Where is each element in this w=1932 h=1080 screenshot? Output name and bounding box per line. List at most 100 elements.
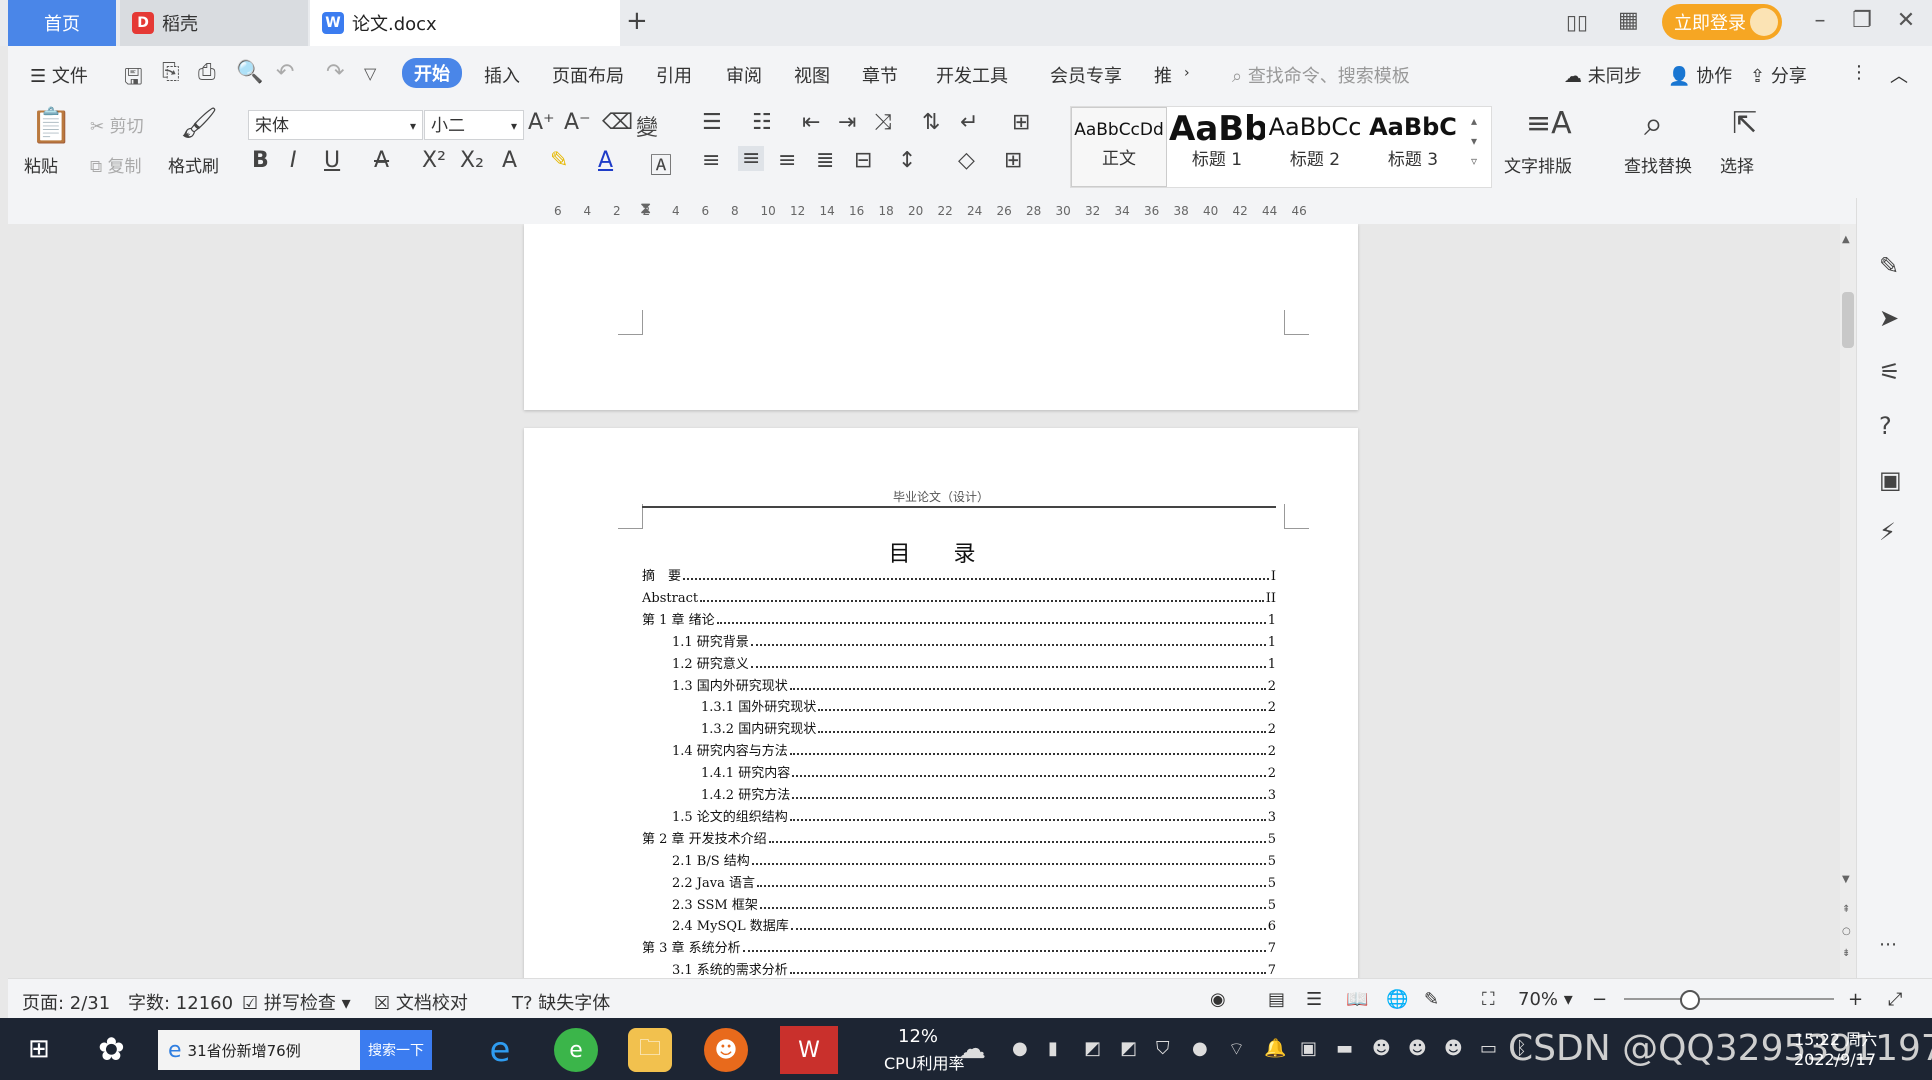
text-layout-icon[interactable]: ≡A [1526,106,1572,141]
zoom-slider-thumb[interactable] [1680,990,1700,1010]
find-replace-button[interactable]: 查找替换 [1624,152,1692,177]
tab-developer[interactable]: 开发工具 [936,62,1008,88]
toc-entry[interactable]: 第 3 章 系统分析 7 [642,934,1276,956]
paste-icon[interactable]: 📋 [30,106,72,146]
edit-pen-icon[interactable]: ✎ [1879,252,1899,280]
toc-entry[interactable]: 1.5 论文的组织结构 3 [642,803,1276,825]
toc-entry[interactable]: 1.4 研究内容与方法 2 [642,737,1276,759]
tab-home[interactable]: 首页 [8,0,116,46]
line-spacing-icon[interactable]: ↕ [898,148,916,173]
tab-chapter[interactable]: 章节 [862,62,898,88]
tray-app-icon[interactable]: ● [1012,1038,1028,1059]
tab-start[interactable]: 开始 [402,58,462,88]
decrease-indent-icon[interactable]: ⇤ [802,110,820,135]
collapse-ribbon-icon[interactable]: ︿ [1890,62,1908,88]
next-page-icon[interactable]: ⇟ [1842,948,1850,959]
numbered-list-icon[interactable]: ☷ [752,110,772,135]
spell-check-button[interactable]: ☑ 拼写检查 ▾ [242,989,351,1015]
justify-icon[interactable]: ≣ [816,148,834,173]
style-heading-1[interactable]: AaBb 标题 1 [1169,107,1265,187]
tab-view[interactable]: 视图 [794,62,830,88]
export-pdf-icon[interactable]: ⎘ [162,60,180,85]
media-app-icon[interactable]: ☻ [704,1028,748,1072]
vertical-scrollbar[interactable]: ▲ ▼ ⇞ ○ ⇟ [1840,224,1856,978]
write-mode-icon[interactable]: ✎ [1424,989,1439,1010]
toc-entry[interactable]: 1.3.1 国外研究现状 2 [642,693,1276,715]
toc-entry[interactable]: 1.3 国内外研究现状 2 [642,672,1276,694]
toc-entry[interactable]: 1.1 研究背景 1 [642,628,1276,650]
zoom-slider[interactable] [1624,998,1834,1000]
eye-protect-icon[interactable]: ◉ [1210,989,1226,1010]
customize-chevron-icon[interactable]: ▽ [364,64,376,83]
toc-entry[interactable]: 第 1 章 绪论 1 [642,606,1276,628]
superscript-icon[interactable]: X² [422,148,446,173]
tray-app-icon[interactable]: ▣ [1300,1038,1317,1059]
tab-page-layout[interactable]: 页面布局 [552,62,624,88]
toc-entry[interactable]: 2.2 Java 语言 5 [642,869,1276,891]
toc-entry[interactable]: 1.2 研究意义 1 [642,650,1276,672]
close-button[interactable]: ✕ [1886,8,1926,33]
font-color-icon[interactable]: A [598,148,613,173]
tray-app-icon[interactable]: ◩ [1120,1038,1137,1059]
select-browse-icon[interactable]: ○ [1842,926,1851,937]
redo-icon[interactable]: ↷ [326,60,344,85]
taskbar-search-button[interactable]: 搜索一下 [360,1030,432,1070]
increase-indent-icon[interactable]: ⇥ [838,110,856,135]
tray-app-icon[interactable]: ▬ [1336,1038,1353,1059]
missing-font-button[interactable]: T? 缺失字体 [512,989,610,1015]
shading-icon[interactable]: ◇ [958,148,975,173]
scroll-down-icon[interactable]: ▼ [1842,874,1854,892]
pinwheel-app-icon[interactable]: ✿ [98,1030,125,1068]
minimize-button[interactable]: – [1800,8,1840,33]
file-menu[interactable]: ☰ 文件 [30,62,88,88]
internet-explorer-icon[interactable]: e [478,1028,522,1072]
prev-page-icon[interactable]: ⇞ [1842,904,1850,915]
shield-icon[interactable]: ⛉ [1156,1038,1170,1059]
font-grow-icon[interactable]: A⁺ [528,110,555,135]
toc-entry[interactable]: 2.3 SSM 框架 5 [642,891,1276,913]
image-edit-icon[interactable]: ▣ [1879,466,1902,494]
layout-icon[interactable]: ▯▯ [1566,10,1588,34]
find-replace-icon[interactable]: ⌕ [1644,104,1663,144]
page-indicator[interactable]: 页面: 2/31 [22,989,110,1015]
subscript-icon[interactable]: X₂ [460,148,484,173]
print-icon[interactable]: ⎙ [198,60,216,85]
toc-entry[interactable]: 摘 要I [642,562,1276,584]
toc-entry[interactable]: 2.1 B/S 结构 5 [642,847,1276,869]
notification-bell-icon[interactable]: 🔔 [1264,1038,1286,1059]
more-menu-icon[interactable]: ⋮ [1850,62,1868,83]
format-painter-button[interactable]: 格式刷 [168,152,219,177]
toc-entry[interactable]: 2.4 MySQL 数据库 6 [642,912,1276,934]
toc-entry[interactable]: 1.4.2 研究方法 3 [642,781,1276,803]
fullscreen-icon[interactable]: ⤢ [1888,989,1902,1010]
toc-entry[interactable]: 1.4.1 研究内容 2 [642,759,1276,781]
browser-360-icon[interactable]: e [554,1028,598,1072]
command-search[interactable]: ⌕ 查找命令、搜索模板 [1232,62,1410,88]
align-right-icon[interactable]: ≡ [778,148,796,173]
tray-app-icon[interactable]: ☻ [1372,1038,1391,1059]
line-break-icon[interactable]: ↵ [960,110,978,135]
toc-entry[interactable]: Abstract II [642,584,1276,606]
select-cursor-icon[interactable]: ⇱ [1732,106,1757,141]
fit-page-icon[interactable]: ⛶ [1482,989,1495,1010]
print-preview-icon[interactable]: 🔍 [236,60,263,85]
copy-button[interactable]: ⧉ 复制 [90,152,142,177]
bullet-list-icon[interactable]: ☰ [702,110,722,135]
strikethrough-icon[interactable]: A [374,148,389,173]
bold-icon[interactable]: B [252,148,269,173]
scroll-up-icon[interactable]: ▲ [1842,234,1854,252]
word-count[interactable]: 字数: 12160 [128,989,233,1015]
phonetic-icon[interactable]: 變 [636,110,658,142]
new-tab-button[interactable]: + [626,6,648,36]
file-explorer-icon[interactable]: 🗀 [628,1028,672,1072]
toc-entry[interactable]: 1.3.2 国内研究现状 2 [642,715,1276,737]
rocket-icon[interactable]: ⚡ [1879,518,1896,546]
restore-button[interactable]: ❐ [1842,8,1882,33]
page-view-icon[interactable]: ▤ [1268,989,1285,1010]
tab-daoke[interactable]: D 稻壳 [120,0,308,46]
undo-icon[interactable]: ↶ [276,60,294,85]
italic-icon[interactable]: I [290,148,297,173]
tray-app-icon[interactable]: ▮ [1048,1038,1058,1059]
document-canvas[interactable]: 毕业论文（设计） 目 录 摘 要 I Abstract II 第 1 章 绪论 1 1.1 … [8,224,1840,978]
help-icon[interactable]: ? [1879,412,1892,440]
